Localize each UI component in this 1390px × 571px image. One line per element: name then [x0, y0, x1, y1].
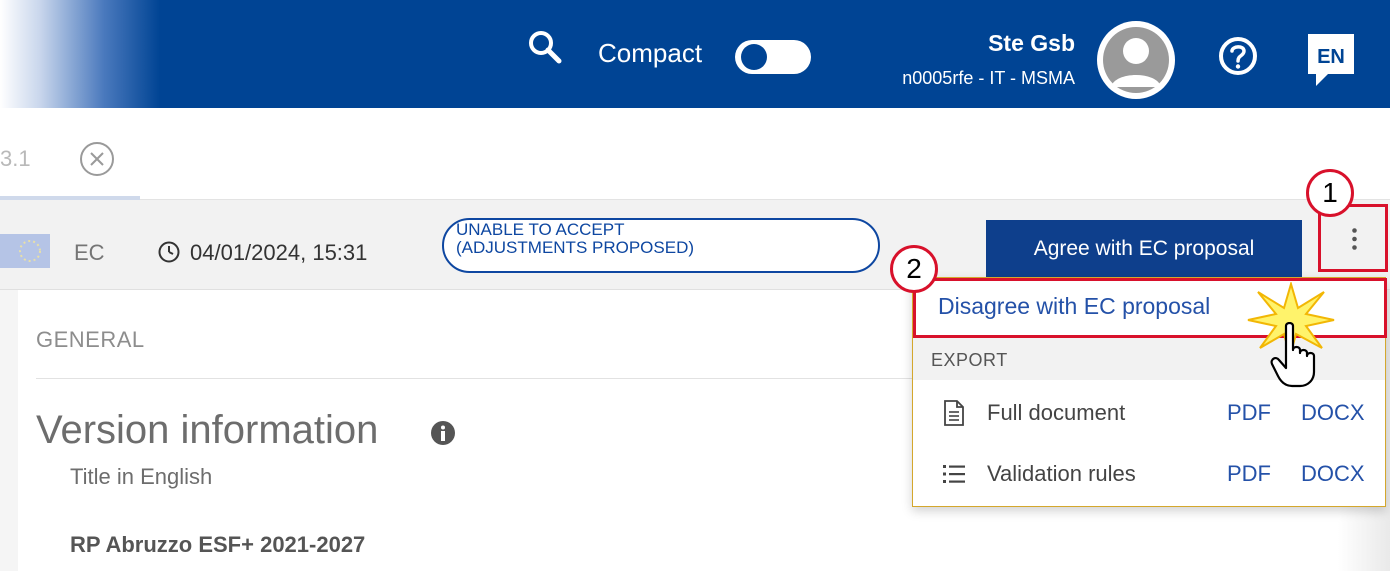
- question-circle-icon[interactable]: [1218, 36, 1258, 76]
- status-badge-text: UNABLE TO ACCEPT (ADJUSTMENTS PROPOSED): [456, 220, 695, 257]
- document-icon: [944, 400, 964, 426]
- disagree-label: Disagree with EC proposal: [938, 293, 1211, 319]
- last-modified-datetime: 04/01/2024, 15:31: [190, 240, 368, 265]
- side-rail: [0, 290, 18, 571]
- user-name: Ste Gsb: [988, 30, 1075, 56]
- owner-label: EC: [74, 240, 105, 265]
- compact-toggle-knob: [741, 44, 767, 70]
- close-circle-icon[interactable]: [78, 140, 116, 178]
- export-label: EXPORT: [931, 350, 1008, 370]
- header-logo-area: [0, 0, 160, 108]
- tab-strip: 3.1: [0, 108, 1390, 200]
- step-callout-2: 2: [890, 245, 938, 293]
- field-value-title-english: RP Abruzzo ESF+ 2021-2027: [70, 532, 366, 557]
- menu-row-label: Full document: [987, 400, 1126, 425]
- menu-row-label: Validation rules: [987, 461, 1136, 486]
- list-icon: [943, 465, 965, 483]
- menu-row-full-document: Full document PDF DOCX: [913, 384, 1385, 442]
- agree-with-ec-proposal-button[interactable]: Agree with EC proposal: [986, 220, 1302, 278]
- user-organisation: n0005rfe - IT - MSMA: [902, 68, 1075, 88]
- user-avatar-icon: [1100, 24, 1172, 96]
- kebab-menu-icon: [1352, 228, 1357, 250]
- eu-flag-icon: [0, 234, 50, 268]
- field-label-title-english: Title in English: [70, 465, 213, 489]
- step-callout-1: 1: [1306, 169, 1354, 217]
- language-icon[interactable]: EN: [1304, 30, 1358, 90]
- export-validation-rules-pdf-link[interactable]: PDF: [1227, 461, 1271, 487]
- section-divider: [36, 378, 936, 379]
- tab-document[interactable]: 3.1: [0, 108, 140, 200]
- compact-label: Compact: [598, 38, 703, 68]
- page-title: Version information: [36, 408, 379, 452]
- search-icon[interactable]: [528, 30, 562, 64]
- avatar[interactable]: [1097, 21, 1175, 99]
- export-validation-rules-docx-link[interactable]: DOCX: [1301, 461, 1365, 487]
- export-full-document-pdf-link[interactable]: PDF: [1227, 400, 1271, 426]
- tab-label: 3.1: [0, 146, 31, 171]
- menu-row-validation-rules: Validation rules PDF DOCX: [913, 445, 1385, 503]
- compact-toggle[interactable]: [735, 40, 811, 74]
- language-code: EN: [1317, 46, 1345, 68]
- info-icon[interactable]: [430, 420, 456, 446]
- app-root: Compact Ste Gsb n0005rfe - IT - MSMA EN: [0, 0, 1390, 571]
- export-full-document-docx-link[interactable]: DOCX: [1301, 400, 1365, 426]
- section-heading: GENERAL: [36, 327, 145, 352]
- clock-icon: [158, 241, 180, 263]
- hand-cursor-icon: [1270, 322, 1316, 388]
- top-header: Compact Ste Gsb n0005rfe - IT - MSMA EN: [0, 0, 1390, 108]
